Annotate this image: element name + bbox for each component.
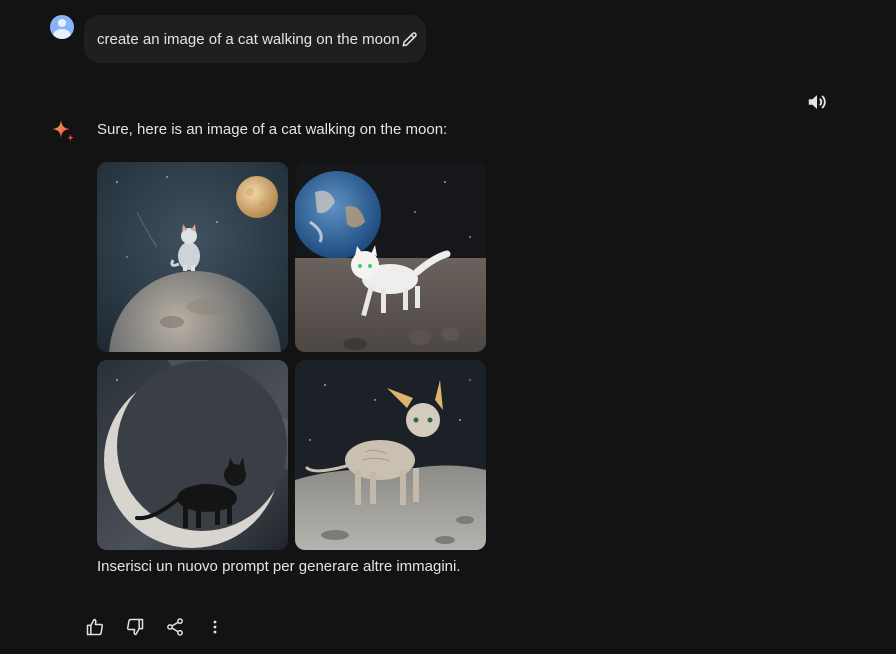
followup-text: Inserisci un nuovo prompt per generare a… (97, 558, 461, 575)
generated-image-2[interactable] (295, 162, 486, 352)
generated-image-1[interactable] (97, 162, 288, 352)
user-prompt-bubble: create an image of a cat walking on the … (84, 15, 426, 63)
response-text: Sure, here is an image of a cat walking … (97, 121, 448, 138)
sparkle-icon (50, 118, 76, 144)
share-icon[interactable] (164, 616, 186, 638)
response-actions (84, 616, 226, 638)
chat-page: create an image of a cat walking on the … (0, 0, 896, 654)
speaker-icon[interactable] (806, 91, 828, 113)
more-vertical-icon[interactable] (204, 616, 226, 638)
user-avatar-icon[interactable] (50, 15, 74, 39)
thumbs-up-icon[interactable] (84, 616, 106, 638)
generated-image-4[interactable] (295, 360, 486, 550)
generated-image-grid (97, 162, 487, 550)
generated-image-3[interactable] (97, 360, 288, 550)
thumbs-down-icon[interactable] (124, 616, 146, 638)
user-prompt-text: create an image of a cat walking on the … (97, 30, 400, 48)
pencil-icon[interactable] (400, 29, 420, 49)
